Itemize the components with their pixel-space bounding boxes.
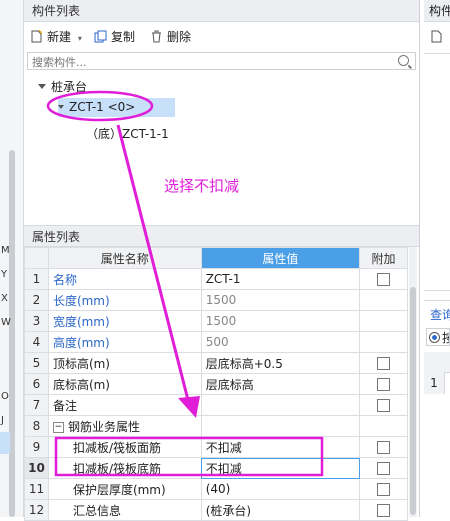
annotation-label: 选择不扣减 xyxy=(164,177,240,195)
annotation-arrow-line xyxy=(116,124,190,401)
annotation-layer xyxy=(46,90,324,477)
highlight-rectangle xyxy=(54,436,324,477)
annotation-arrowhead xyxy=(178,396,200,418)
highlight-ellipse xyxy=(46,90,154,122)
